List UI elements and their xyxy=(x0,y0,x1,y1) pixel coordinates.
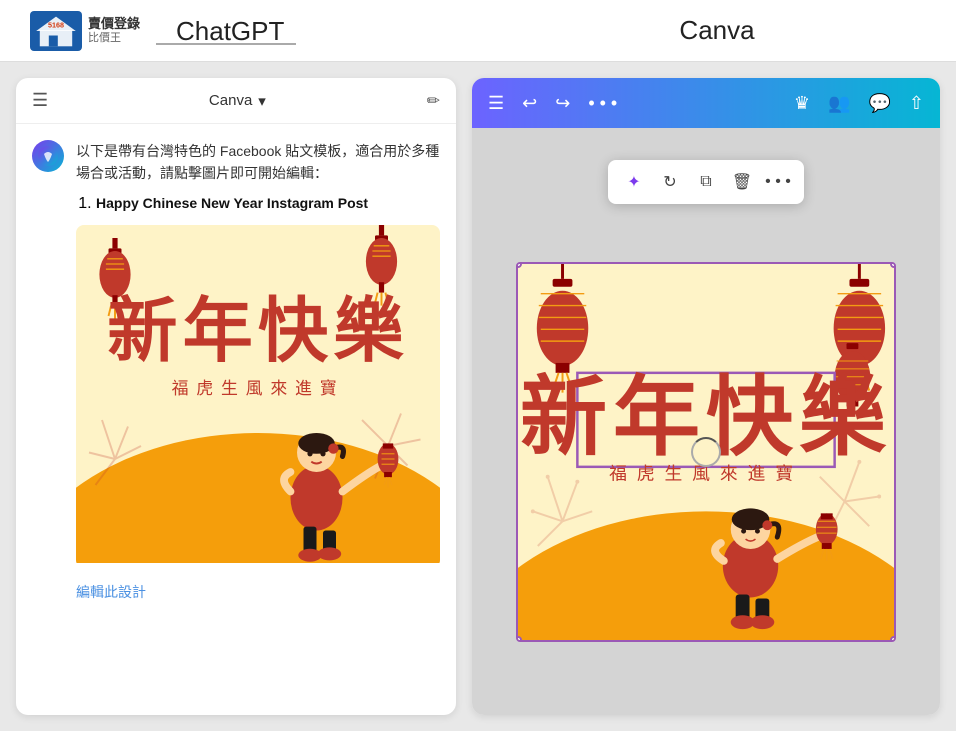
top-bar: 5168 賣價登錄 比價王 ChatGPT Canva xyxy=(0,0,956,62)
toolbar-left-icons: ☰ ↩ ↪ • • • xyxy=(488,93,617,114)
users-icon[interactable]: 👥 xyxy=(828,93,850,114)
canva-canvas: ✦ ↻ ⧉ 🗑 • • • xyxy=(472,128,940,715)
logo: 5168 賣價登錄 比價王 xyxy=(30,11,140,51)
magic-tool[interactable]: ✦ xyxy=(618,166,650,198)
hamburger-icon[interactable]: ☰ xyxy=(32,90,48,111)
redo-icon[interactable]: ↪ xyxy=(555,93,570,114)
canva-avatar xyxy=(32,140,64,172)
dropdown-arrow-icon: ▾ xyxy=(258,92,266,110)
logo-text-line1: 賣價登錄 xyxy=(88,16,140,32)
comment-icon[interactable]: 💬 xyxy=(868,93,890,114)
svg-text:新年快樂: 新年快樂 xyxy=(107,293,409,371)
left-panel-header: ☰ Canva ▾ ✏ xyxy=(16,78,456,124)
svg-text:福虎生風來進寶: 福虎生風來進寶 xyxy=(172,378,345,398)
delete-tool[interactable]: 🗑 xyxy=(726,166,758,198)
logo-text-line2: 比價王 xyxy=(88,32,140,45)
left-panel: ☰ Canva ▾ ✏ xyxy=(16,78,456,715)
message-intro: 以下是帶有台灣特色的 Facebook 貼文模板，適合用於多種場合或活動，請點擊… xyxy=(76,140,440,185)
edit-icon[interactable]: ✏ xyxy=(427,91,440,111)
message-row: 以下是帶有台灣特色的 Facebook 貼文模板，適合用於多種場合或活動，請點擊… xyxy=(32,140,440,602)
canva-dropdown-label: Canva xyxy=(209,92,252,109)
canva-toolbar: ☰ ↩ ↪ • • • ♛ 👥 💬 ⇧ xyxy=(472,78,940,128)
message-content: 以下是帶有台灣特色的 Facebook 貼文模板，適合用於多種場合或活動，請點擊… xyxy=(76,140,440,602)
left-panel-body: 以下是帶有台灣特色的 Facebook 貼文模板，適合用於多種場合或活動，請點擊… xyxy=(16,124,456,715)
template-title: Happy Chinese New Year Instagram Post xyxy=(96,195,368,211)
svg-text:5168: 5168 xyxy=(48,20,64,29)
crown-icon[interactable]: ♛ xyxy=(794,93,810,114)
edit-link[interactable]: 編輯此設計 xyxy=(76,582,440,602)
share-icon[interactable]: ⇧ xyxy=(909,93,924,114)
logo-text: 賣價登錄 比價王 xyxy=(88,16,140,45)
copy-tool[interactable]: ⧉ xyxy=(690,166,722,198)
more-options-icon[interactable]: • • • xyxy=(588,93,617,114)
canva-dropdown[interactable]: Canva ▾ xyxy=(209,92,266,110)
loading-spinner xyxy=(691,437,721,467)
main-content: ☰ Canva ▾ ✏ xyxy=(0,62,956,731)
template-thumbnail[interactable]: 新年快樂 福虎生風來進寶 xyxy=(76,225,440,568)
more-tool[interactable]: • • • xyxy=(762,166,794,198)
right-panel: ☰ ↩ ↪ • • • ♛ 👥 💬 ⇧ ✦ ↻ ⧉ 🗑 • • • xyxy=(472,78,940,715)
canva-title: Canva xyxy=(498,15,936,46)
selection-handle-tr xyxy=(890,262,896,268)
selection-handle-br xyxy=(890,636,896,642)
rotate-tool[interactable]: ↻ xyxy=(654,166,686,198)
logo-icon: 5168 xyxy=(30,11,82,51)
toolbar-right-icons: ♛ 👥 💬 ⇧ xyxy=(794,93,924,114)
floating-toolbar: ✦ ↻ ⧉ 🗑 • • • xyxy=(608,160,804,204)
menu-icon[interactable]: ☰ xyxy=(488,93,504,114)
undo-icon[interactable]: ↩ xyxy=(522,93,537,114)
chatgpt-title: ChatGPT xyxy=(176,16,296,47)
template-canvas[interactable]: 新年快樂 福虎生風來進寶 xyxy=(516,262,896,642)
